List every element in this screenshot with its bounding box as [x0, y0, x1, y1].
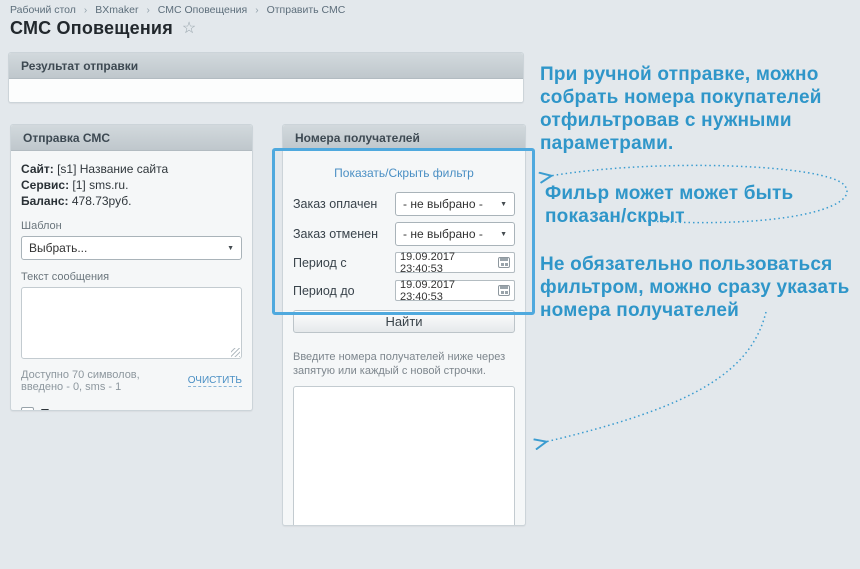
breadcrumb-bxmaker[interactable]: BXmaker — [95, 4, 138, 16]
translit-row: Транслит — [21, 406, 242, 411]
period-from-label: Период с — [293, 256, 347, 270]
result-panel-title: Результат отправки — [21, 59, 138, 73]
template-select[interactable]: Выбрать... ▼ — [21, 236, 242, 260]
calendar-icon[interactable] — [498, 257, 510, 268]
recipients-hint: Введите номера получателей ниже через за… — [293, 350, 515, 378]
message-label: Текст сообщения — [21, 271, 242, 283]
order-paid-select-value: - не выбрано - — [403, 197, 483, 211]
resize-handle[interactable] — [231, 348, 240, 357]
recipients-textarea[interactable] — [293, 386, 515, 526]
chevron-down-icon: ▼ — [227, 245, 234, 252]
message-textarea[interactable] — [21, 287, 242, 359]
result-panel-header: Результат отправки — [9, 53, 523, 79]
site-value: [s1] Название сайта — [54, 162, 168, 176]
send-panel-header: Отправка СМС — [11, 125, 252, 151]
breadcrumb-separator-icon: › — [146, 5, 149, 16]
send-sms-panel: Отправка СМС Сайт: [s1] Название сайта С… — [10, 124, 253, 411]
translit-label[interactable]: Транслит — [41, 406, 97, 411]
recipients-panel: Номера получателей Показать/Скрыть фильт… — [282, 124, 526, 526]
service-label: Сервис: — [21, 178, 69, 192]
breadcrumb-separator-icon: › — [84, 5, 87, 16]
service-value: [1] sms.ru. — [69, 178, 128, 192]
order-paid-label: Заказ оплачен — [293, 197, 377, 211]
period-from-value: 19.09.2017 23:40:53 — [400, 251, 498, 275]
site-label: Сайт: — [21, 162, 54, 176]
arrow-to-textarea — [545, 312, 766, 442]
period-to-label: Период до — [293, 284, 355, 298]
page-title: СМС Оповещения — [10, 18, 173, 39]
calendar-icon[interactable] — [498, 285, 510, 296]
filter-row-order-canceled: Заказ отменен - не выбрано - ▼ — [293, 222, 515, 246]
breadcrumb-sms-notifications[interactable]: СМС Оповещения — [158, 4, 247, 16]
filter-toggle-link[interactable]: Показать/Скрыть фильтр — [293, 166, 515, 180]
breadcrumb-desktop[interactable]: Рабочий стол — [10, 4, 76, 16]
site-info: Сайт: [s1] Название сайта — [21, 161, 242, 177]
clear-link[interactable]: ОЧИСТИТЬ — [188, 375, 242, 387]
chevron-down-icon: ▼ — [500, 231, 507, 238]
filter-row-period-to: Период до 19.09.2017 23:40:53 — [293, 280, 515, 301]
period-to-value: 19.09.2017 23:40:53 — [400, 279, 498, 303]
filter-row-period-from: Период с 19.09.2017 23:40:53 — [293, 252, 515, 273]
order-canceled-label: Заказ отменен — [293, 227, 378, 241]
favorite-star-icon[interactable]: ☆ — [182, 21, 196, 37]
find-button[interactable]: Найти — [293, 310, 515, 333]
order-paid-select[interactable]: - не выбрано - ▼ — [395, 192, 515, 216]
annotation-filter-toggle: Фильр может может быть показан/скрыт — [545, 182, 825, 228]
order-canceled-select[interactable]: - не выбрано - ▼ — [395, 222, 515, 246]
resize-handle[interactable] — [504, 525, 513, 526]
sms-notifications-page: Рабочий стол › BXmaker › СМС Оповещения › Отпр… — [0, 0, 860, 569]
recipients-panel-title: Номера получателей — [295, 131, 420, 145]
order-canceled-select-value: - не выбрано - — [403, 227, 483, 241]
send-panel-title: Отправка СМС — [23, 131, 110, 145]
breadcrumb: Рабочий стол › BXmaker › СМС Оповещения › Отпр… — [10, 4, 345, 16]
breadcrumb-send-sms[interactable]: Отправить СМС — [267, 4, 346, 16]
annotation-direct-numbers: Не обязательно пользоваться фильтром, мо… — [540, 253, 860, 322]
annotation-manual-send: При ручной отправке, можно собрать номер… — [540, 63, 855, 155]
result-panel: Результат отправки — [8, 52, 524, 103]
chars-counter: Доступно 70 символов, введено - 0, sms -… — [21, 369, 182, 393]
template-label: Шаблон — [21, 220, 242, 232]
balance-value: 478.73руб. — [69, 194, 132, 208]
breadcrumb-separator-icon: › — [255, 5, 258, 16]
translit-checkbox[interactable] — [21, 407, 34, 411]
filter-row-order-paid: Заказ оплачен - не выбрано - ▼ — [293, 192, 515, 216]
result-output-area — [9, 79, 523, 103]
balance-label: Баланс: — [21, 194, 69, 208]
balance-info: Баланс: 478.73руб. — [21, 193, 242, 209]
template-select-value: Выбрать... — [29, 241, 87, 255]
service-info: Сервис: [1] sms.ru. — [21, 177, 242, 193]
period-from-input[interactable]: 19.09.2017 23:40:53 — [395, 252, 515, 273]
recipients-panel-header: Номера получателей — [283, 125, 525, 151]
period-to-input[interactable]: 19.09.2017 23:40:53 — [395, 280, 515, 301]
chevron-down-icon: ▼ — [500, 201, 507, 208]
